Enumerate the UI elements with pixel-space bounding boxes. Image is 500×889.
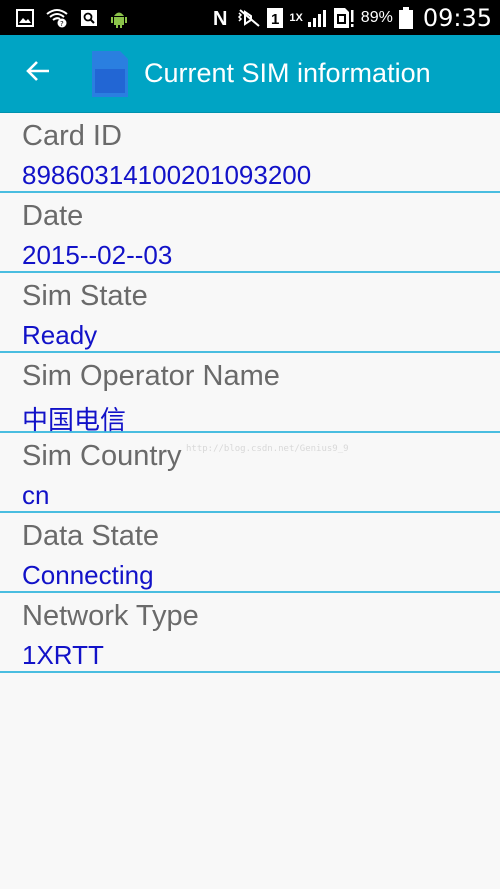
back-button[interactable] — [18, 54, 58, 94]
svg-text:?: ? — [60, 20, 64, 28]
row-value: 89860314100201093200 — [22, 160, 312, 190]
sim-info-list: Card ID 89860314100201093200 Date 2015--… — [0, 113, 500, 673]
info-row-network-type: Network Type 1XRTT — [0, 593, 500, 673]
clock: 09:35 — [422, 3, 492, 32]
row-value: 2015--02--03 — [22, 240, 173, 270]
info-row-data-state: Data State Connecting — [0, 513, 500, 593]
status-bar-right: N 1 1X 89% 09:35 — [211, 0, 492, 35]
info-row-sim-state: Sim State Ready — [0, 273, 500, 353]
row-value: 中国电信 — [22, 405, 127, 435]
sim1-icon: 1 — [267, 7, 284, 28]
status-bar: ? N 1 1X 89% 09:35 — [0, 0, 500, 35]
battery-percent: 89% — [360, 8, 393, 26]
wifi-unknown-icon: ? — [46, 8, 68, 28]
info-row-sim-operator-name: Sim Operator Name 中国电信 — [0, 353, 500, 435]
svg-text:N: N — [213, 8, 227, 29]
row-label: Data State — [22, 520, 160, 552]
app-bar: Current SIM information — [0, 35, 500, 113]
info-row-date: Date 2015--02--03 — [0, 193, 500, 273]
nfc-icon: N — [211, 7, 231, 29]
svg-text:1: 1 — [271, 11, 279, 28]
search-app-icon — [80, 9, 98, 27]
watermark: http://blog.csdn.net/Genius9_9 — [186, 444, 349, 454]
info-row-card-id: Card ID 89860314100201093200 — [0, 113, 500, 193]
status-bar-left: ? — [0, 8, 128, 28]
arrow-left-icon — [25, 60, 51, 87]
sim-alert-icon — [333, 7, 355, 28]
row-value: 1XRTT — [22, 640, 104, 670]
battery-icon — [398, 6, 413, 29]
android-debug-icon — [110, 8, 128, 28]
row-label: Sim Operator Name — [22, 360, 280, 392]
sim-card-icon — [92, 50, 128, 97]
gallery-notification-icon — [16, 8, 34, 27]
row-label: Sim State — [22, 280, 148, 312]
row-value: Ready — [22, 320, 98, 350]
signal-icon — [307, 9, 327, 27]
row-value: cn — [22, 480, 50, 510]
row-label: Card ID — [22, 120, 122, 152]
network-type-indicator: 1X — [289, 11, 303, 24]
row-value: Connecting — [22, 560, 154, 590]
row-label: Sim Country — [22, 440, 182, 472]
row-label: Network Type — [22, 600, 199, 632]
page-title: Current SIM information — [144, 58, 431, 88]
row-label: Date — [22, 200, 84, 232]
vibrate-mute-icon — [237, 8, 261, 28]
